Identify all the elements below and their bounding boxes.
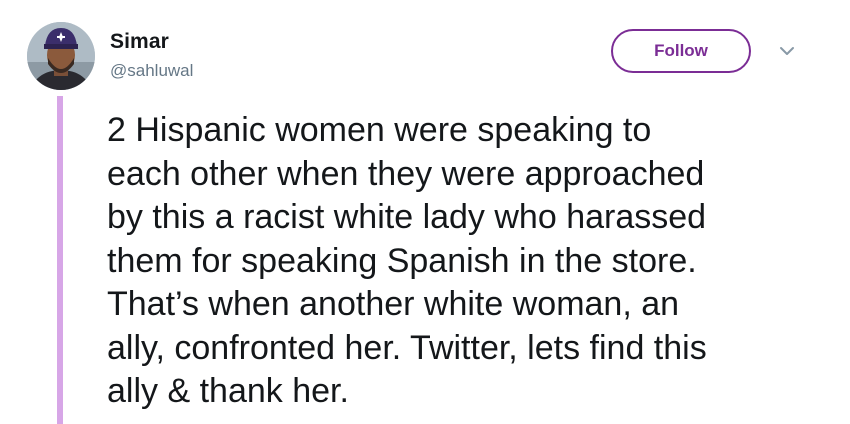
tweet-text: 2 Hispanic women were speaking to each o… (107, 109, 827, 414)
tweet-card: Simar @sahluwal Follow 2 Hispanic women … (0, 0, 850, 424)
author-display-name[interactable]: Simar (110, 30, 169, 54)
chevron-down-icon[interactable] (778, 44, 796, 58)
thread-line (57, 96, 63, 424)
tweet-text-line: ally, confronted her. Twitter, lets find… (107, 328, 707, 367)
tweet-text-line: That’s when another white woman, an (107, 285, 680, 323)
tweet-text-line: them for speaking Spanish in the store. (107, 241, 697, 280)
author-handle[interactable]: @sahluwal (110, 61, 193, 81)
tweet-text-line: ally & thank her. (107, 372, 349, 410)
avatar[interactable] (27, 22, 95, 90)
tweet-text-line: by this a racist white lady who harassed (107, 198, 707, 236)
follow-button[interactable]: Follow (611, 29, 751, 73)
tweet-text-line: each other when they were approached (107, 154, 705, 193)
tweet-text-line: 2 Hispanic women were speaking to (107, 111, 652, 149)
avatar-photo (27, 22, 95, 90)
